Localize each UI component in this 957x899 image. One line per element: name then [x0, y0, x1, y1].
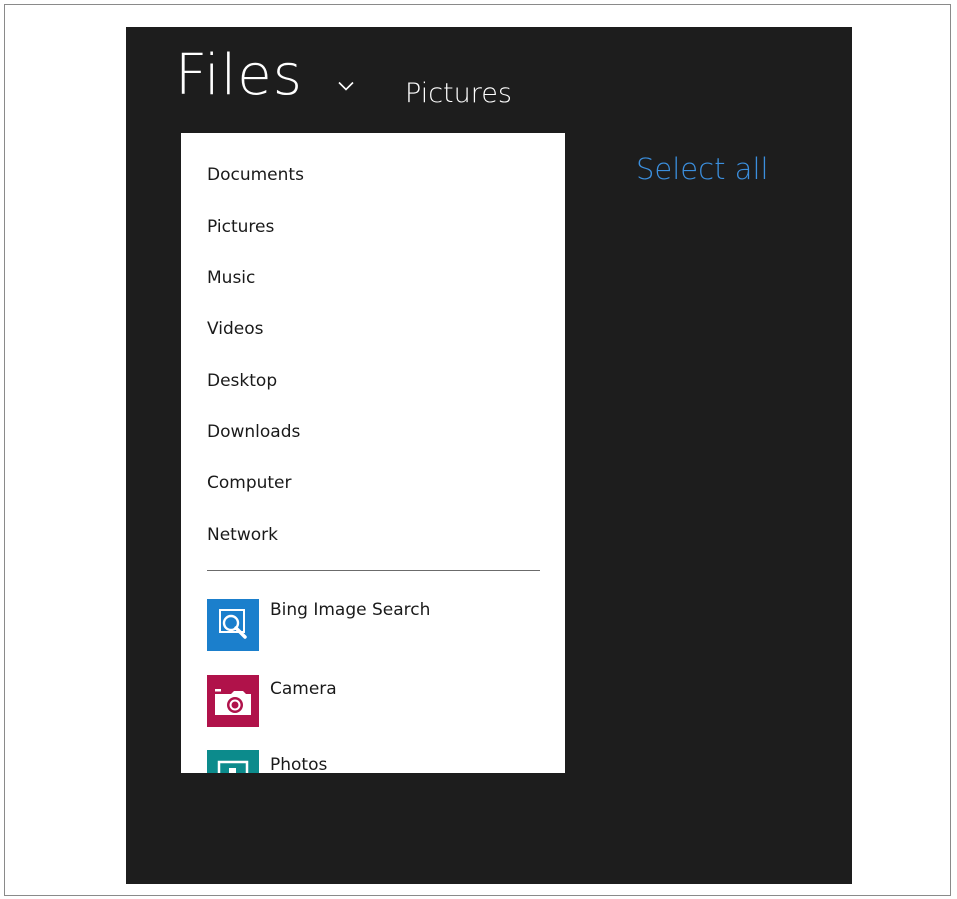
- bing-image-search-icon: [207, 599, 259, 651]
- menu-divider: [207, 570, 540, 571]
- location-dropdown-menu: Documents Pictures Music Videos Desktop …: [181, 133, 565, 773]
- app-label-camera: Camera: [270, 679, 337, 699]
- select-all-button[interactable]: Select all: [636, 151, 769, 187]
- app-label-photos: Photos: [270, 755, 328, 773]
- menu-item-videos[interactable]: Videos: [207, 318, 264, 340]
- current-location-label: Pictures: [405, 78, 512, 109]
- menu-item-desktop[interactable]: Desktop: [207, 370, 277, 392]
- camera-icon: [207, 675, 259, 727]
- window-frame: Files Pictures Select all Documents Pict…: [4, 4, 951, 896]
- menu-item-pictures[interactable]: Pictures: [207, 216, 274, 238]
- menu-item-music[interactable]: Music: [207, 267, 255, 289]
- photos-icon: [207, 750, 259, 773]
- app-label-bing-image-search: Bing Image Search: [270, 600, 431, 620]
- menu-item-computer[interactable]: Computer: [207, 472, 292, 494]
- page-title: Files: [175, 43, 303, 108]
- menu-item-network[interactable]: Network: [207, 524, 278, 546]
- menu-item-downloads[interactable]: Downloads: [207, 421, 300, 443]
- file-picker: Files Pictures Select all Documents Pict…: [126, 27, 852, 884]
- menu-item-documents[interactable]: Documents: [207, 164, 304, 186]
- chevron-down-icon[interactable]: [338, 81, 354, 91]
